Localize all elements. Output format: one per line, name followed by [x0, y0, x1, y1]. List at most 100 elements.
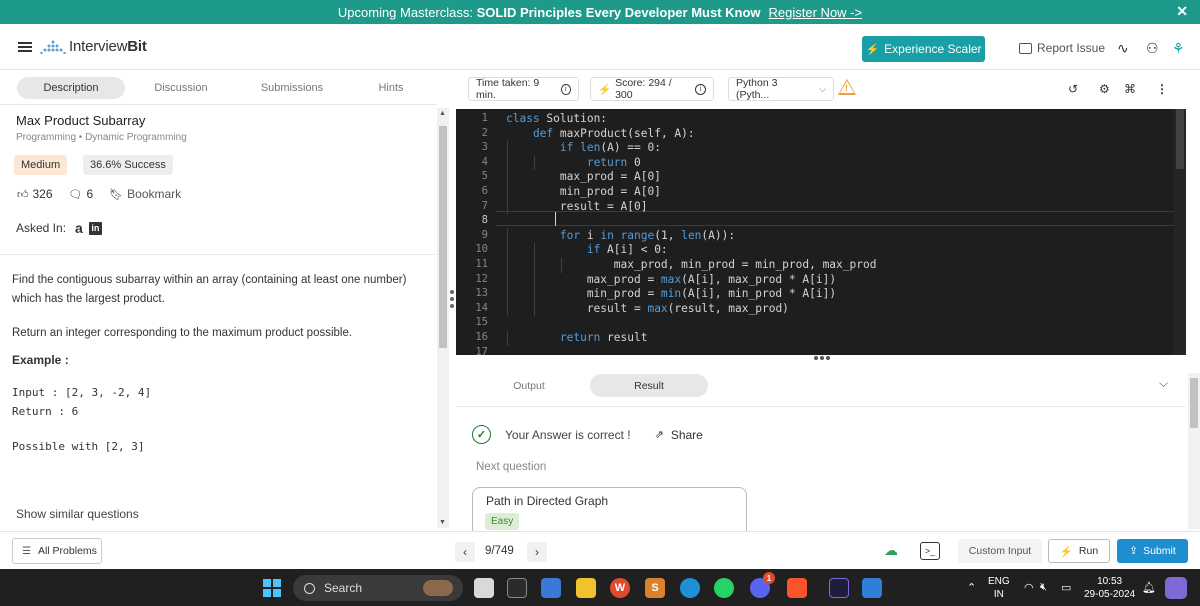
bookmark-icon[interactable]: 🔖︎	[109, 188, 123, 201]
copilot-icon[interactable]	[829, 578, 849, 598]
notification-bell-icon[interactable]: 🔔︎	[1142, 581, 1156, 594]
split-resize-handle[interactable]	[814, 356, 830, 360]
office-icon[interactable]: W	[610, 578, 630, 598]
clock[interactable]: 10:53 29-05-2024	[1084, 575, 1135, 601]
next-question-card[interactable]: Path in Directed Graph Easy	[472, 487, 747, 537]
time-taken: Time taken: 9 min. i	[468, 77, 579, 101]
store-icon[interactable]	[541, 578, 561, 598]
scroll-down-icon[interactable]: ▼	[439, 519, 446, 526]
notepad-icon[interactable]	[862, 578, 882, 598]
tab-submissions[interactable]: Submissions	[238, 77, 346, 99]
close-icon[interactable]: ✕	[1176, 3, 1188, 20]
info-icon[interactable]: i	[560, 83, 571, 95]
editor-scrollbar[interactable]	[1174, 109, 1186, 355]
tab-description[interactable]: Description	[17, 77, 125, 99]
volume-muted-icon[interactable]: 🔇︎	[1040, 581, 1047, 594]
battery-icon[interactable]: ▭	[1061, 581, 1071, 594]
panel-resize-handle[interactable]	[450, 290, 455, 308]
brave-icon[interactable]	[787, 578, 807, 598]
submit-button[interactable]: ⇪ Submit	[1117, 539, 1188, 563]
sublime-icon[interactable]: S	[645, 578, 665, 598]
experience-scaler-button[interactable]: ⚡ Experience Scaler	[862, 36, 985, 62]
line-number: 1	[481, 112, 488, 124]
tab-discussion[interactable]: Discussion	[130, 77, 232, 99]
share-button[interactable]: ⇗ Share	[655, 428, 703, 442]
scroll-up-icon[interactable]: ▲	[439, 110, 446, 117]
example-note: Possible with [2, 3]	[12, 440, 145, 453]
file-explorer-icon[interactable]	[576, 578, 596, 598]
logo[interactable]: InterviewBit	[40, 38, 147, 55]
banner-text: Upcoming Masterclass: SOLID Principles E…	[337, 4, 761, 20]
problem-counter: 9/749	[485, 545, 514, 557]
brand-name: InterviewBit	[69, 38, 147, 55]
problem-stats: 👍︎ 326 🗨︎ 6 🔖︎ Bookmark	[17, 187, 181, 201]
user-icon[interactable]: ⚇	[1146, 40, 1159, 57]
thumbs-up-icon[interactable]: 👍︎	[17, 188, 29, 201]
indent-guide	[507, 301, 508, 317]
referral-icon[interactable]: ⚘	[1172, 40, 1185, 57]
search-highlight-icon	[423, 580, 453, 596]
bookmark-label[interactable]: Bookmark	[127, 187, 181, 201]
copilot-tray-icon[interactable]	[1165, 577, 1187, 599]
taskbar-search[interactable]: Search	[293, 575, 463, 601]
line-number: 8	[481, 214, 488, 227]
os-taskbar: Search W S 1 ⌃ ENG IN ◠ 🔇︎ ▭ 10:53 29-05-2…	[0, 569, 1200, 606]
tab-result[interactable]: Result	[590, 374, 708, 397]
discord-icon[interactable]: 1	[750, 572, 775, 598]
settings-icon[interactable]: ⚙	[1099, 82, 1110, 96]
description-scrollbar[interactable]: ▲ ▼	[437, 108, 449, 528]
code-editor[interactable]: 1 2 3 4 5 6 7 8 9 10 11 12 13 14 15 16 17 class Solution…	[456, 109, 1186, 355]
indent-guide	[534, 272, 535, 288]
show-hidden-icons-icon[interactable]: ⌃	[967, 581, 976, 594]
collapse-chevron-icon[interactable]: ⌵	[1159, 376, 1168, 391]
code-line: result = max(result, max_prod)	[506, 301, 789, 315]
menu-icon[interactable]	[18, 41, 32, 52]
line-number: 4	[481, 155, 488, 168]
indent-guide	[507, 331, 508, 346]
all-problems-button[interactable]: ☰ All Problems	[12, 538, 102, 564]
problem-description: Find the contiguous subarray within an a…	[12, 274, 407, 305]
list-icon: ☰	[22, 545, 31, 557]
whatsapp-icon[interactable]	[714, 578, 734, 598]
reset-icon[interactable]: ↺	[1068, 82, 1078, 96]
tab-output[interactable]: Output	[470, 374, 588, 397]
indent-guide	[534, 243, 535, 258]
line-number: 5	[481, 170, 488, 183]
register-link[interactable]: Register Now ->	[769, 5, 863, 20]
code-line: max_prod = A[0]	[506, 170, 661, 184]
language-select[interactable]: Python 3 (Pyth... ⌵	[728, 77, 834, 101]
widgets-icon[interactable]	[507, 578, 527, 598]
chevron-down-icon: ⌵	[819, 83, 826, 94]
info-icon[interactable]: i	[695, 83, 706, 95]
success-rate-badge: 36.6% Success	[83, 155, 173, 175]
warning-icon[interactable]: !	[838, 79, 856, 95]
tab-hints[interactable]: Hints	[352, 77, 430, 99]
shortcuts-icon[interactable]: ⌘	[1124, 82, 1136, 96]
edge-icon[interactable]	[680, 578, 700, 598]
run-button[interactable]: ⚡ Run	[1048, 539, 1110, 563]
result-scrollbar[interactable]	[1188, 373, 1200, 529]
task-view-icon[interactable]	[474, 578, 494, 598]
line-number: 16	[475, 331, 488, 343]
comments-count: 6	[86, 187, 94, 201]
comment-icon[interactable]: 🗨︎	[69, 188, 83, 201]
terminal-icon[interactable]: >_	[920, 542, 940, 560]
show-similar-questions[interactable]: Show similar questions	[16, 507, 139, 521]
windows-start-icon[interactable]	[263, 579, 281, 597]
report-issue-button[interactable]: Report Issue	[1019, 41, 1105, 55]
wifi-icon[interactable]: ◠	[1024, 581, 1034, 594]
activity-icon[interactable]: ∿	[1117, 40, 1129, 57]
more-options-icon[interactable]: ⋮	[1156, 82, 1168, 96]
line-number: 12	[475, 272, 488, 285]
language-indicator[interactable]: ENG IN	[988, 575, 1010, 601]
prev-problem-button[interactable]: ‹	[455, 542, 475, 562]
line-number: 15	[475, 316, 488, 329]
line-number: 2	[481, 126, 488, 139]
next-problem-button[interactable]: ›	[527, 542, 547, 562]
custom-input-button[interactable]: Custom Input	[958, 539, 1042, 563]
result-status: ✓ Your Answer is correct ! ⇗ Share	[472, 425, 703, 444]
cloud-sync-icon[interactable]: ☁	[884, 542, 898, 559]
code-line: class Solution:	[506, 112, 608, 125]
indent-guide	[561, 258, 562, 273]
share-icon: ⇗	[654, 429, 664, 441]
